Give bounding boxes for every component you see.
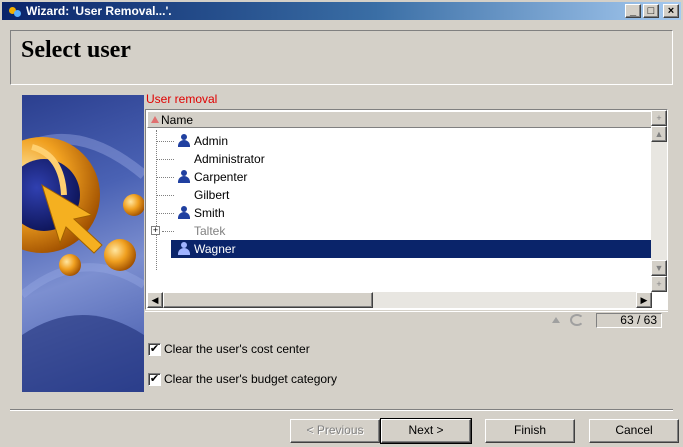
list-item-label: Administrator [194,152,265,166]
cancel-button[interactable]: Cancel [589,419,679,443]
title-bar[interactable]: Wizard: 'User Removal...'. _ □ × [2,2,681,20]
wizard-window: Wizard: 'User Removal...'. _ □ × Select … [0,0,683,447]
scroll-up-button[interactable]: ▲ [651,126,667,142]
list-item[interactable]: Admin [147,132,655,150]
horizontal-scroll-thumb[interactable] [163,292,373,308]
user-icon [178,242,190,256]
scroll-left-button[interactable]: ◀ [147,292,163,308]
sort-icon[interactable] [552,317,560,323]
scroll-top-button[interactable]: + [651,110,667,126]
user-icon [178,170,190,184]
list-item[interactable]: Smith [147,204,655,222]
close-button[interactable]: × [663,4,679,18]
tree-connector [156,159,174,160]
header-panel: Select user [10,30,673,85]
tree-connector [156,141,174,142]
clear-cost-center-option[interactable]: ✔ Clear the user's cost center [148,342,310,356]
clear-budget-category-label: Clear the user's budget category [164,372,338,386]
clear-cost-center-label: Clear the user's cost center [164,342,310,356]
tree-connector [156,195,174,196]
window-title: Wizard: 'User Removal...'. [26,4,172,18]
list-item-selected[interactable]: Wagner [171,240,655,258]
list-item-label: Gilbert [194,188,230,202]
scroll-right-button[interactable]: ▶ [636,292,652,308]
list-item[interactable]: Administrator [147,150,655,168]
list-item-label: Smith [194,206,225,220]
page-title: Select user [21,37,131,63]
expand-icon[interactable]: + [151,226,160,235]
sort-ascending-icon [151,116,159,123]
list-item[interactable]: Carpenter [147,168,655,186]
record-count: 63 / 63 [596,313,662,328]
horizontal-scrollbar[interactable]: ◀ ▶ [147,292,652,308]
list-item[interactable]: Gilbert [147,186,655,204]
wizard-graphic [22,95,144,392]
minimize-button[interactable]: _ [625,4,641,18]
list-status-bar: 63 / 63 [145,311,668,328]
finish-button[interactable]: Finish [485,419,575,443]
vertical-scrollbar[interactable]: + ▲ ▼ + [651,110,667,292]
clear-budget-category-checkbox[interactable]: ✔ [148,372,161,386]
previous-button[interactable]: < Previous [290,419,380,443]
user-icon [178,134,190,148]
list-item-label: Admin [194,134,229,148]
user-tree-list[interactable]: Name Admin Administrator Carpenter Gilbe… [145,109,668,310]
user-icon [178,206,190,220]
list-item-label: Carpenter [194,170,248,184]
list-item-label: Wagner [194,242,236,256]
tree-connector [156,213,174,214]
refresh-icon[interactable] [570,314,584,326]
column-header-label: Name [161,112,194,127]
tree-connector [156,177,174,178]
tree-connector [162,231,174,232]
list-item[interactable]: + Taltek [147,222,655,240]
scroll-down-button[interactable]: ▼ [651,260,667,276]
app-icon [8,4,22,18]
button-divider [10,409,673,411]
clear-budget-category-option[interactable]: ✔ Clear the user's budget category [148,372,337,386]
next-button[interactable]: Next > [380,418,472,444]
tree-rows: Admin Administrator Carpenter Gilbert Sm… [147,130,655,290]
section-label: User removal [146,92,218,106]
wizard-logo-icon [22,134,144,392]
column-header-name[interactable]: Name [147,111,655,128]
maximize-button[interactable]: □ [643,4,659,18]
clear-cost-center-checkbox[interactable]: ✔ [148,342,161,356]
scroll-bottom-button[interactable]: + [651,276,667,292]
list-item-label: Taltek [194,224,226,238]
